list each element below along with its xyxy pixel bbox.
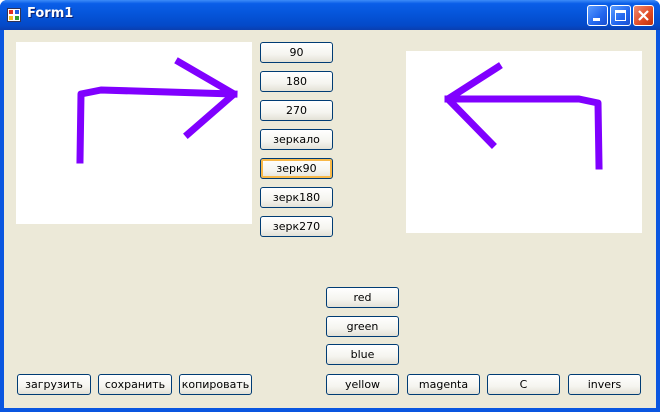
minimize-button[interactable] — [587, 5, 608, 26]
rotate-90-button[interactable]: 90 — [260, 42, 333, 63]
close-button[interactable] — [633, 5, 654, 26]
maximize-button[interactable] — [610, 5, 631, 26]
minimize-icon — [593, 18, 600, 21]
yellow-button[interactable]: yellow — [326, 374, 399, 395]
main-window: Form1 90 180 270 зеркало зерк90 зерк180 … — [0, 0, 660, 412]
window-title: Form1 — [27, 6, 74, 21]
app-icon — [7, 8, 21, 22]
mirror-180-button[interactable]: зерк180 — [260, 187, 333, 208]
copy-button[interactable]: копировать — [179, 374, 252, 395]
c-button[interactable]: C — [487, 374, 560, 395]
mirror-90-button[interactable]: зерк90 — [260, 158, 333, 179]
source-picture-box — [16, 42, 252, 224]
mirror-270-button[interactable]: зерк270 — [260, 216, 333, 237]
maximize-icon — [615, 10, 626, 21]
mirror-button[interactable]: зеркало — [260, 129, 333, 150]
blue-channel-button[interactable]: blue — [326, 344, 399, 365]
close-icon — [638, 10, 649, 21]
rotate-180-button[interactable]: 180 — [260, 71, 333, 92]
load-button[interactable]: загрузить — [17, 374, 91, 395]
green-channel-button[interactable]: green — [326, 316, 399, 337]
result-picture-box — [406, 51, 642, 233]
magenta-button[interactable]: magenta — [407, 374, 480, 395]
arrow-right-image — [76, 57, 238, 164]
rotate-270-button[interactable]: 270 — [260, 100, 333, 121]
client-area: 90 180 270 зеркало зерк90 зерк180 зерк27… — [4, 30, 656, 408]
save-button[interactable]: сохранить — [98, 374, 172, 395]
title-bar[interactable]: Form1 — [0, 0, 660, 30]
red-channel-button[interactable]: red — [326, 287, 399, 308]
invers-button[interactable]: invers — [568, 374, 641, 395]
arrow-left-image — [444, 62, 603, 170]
